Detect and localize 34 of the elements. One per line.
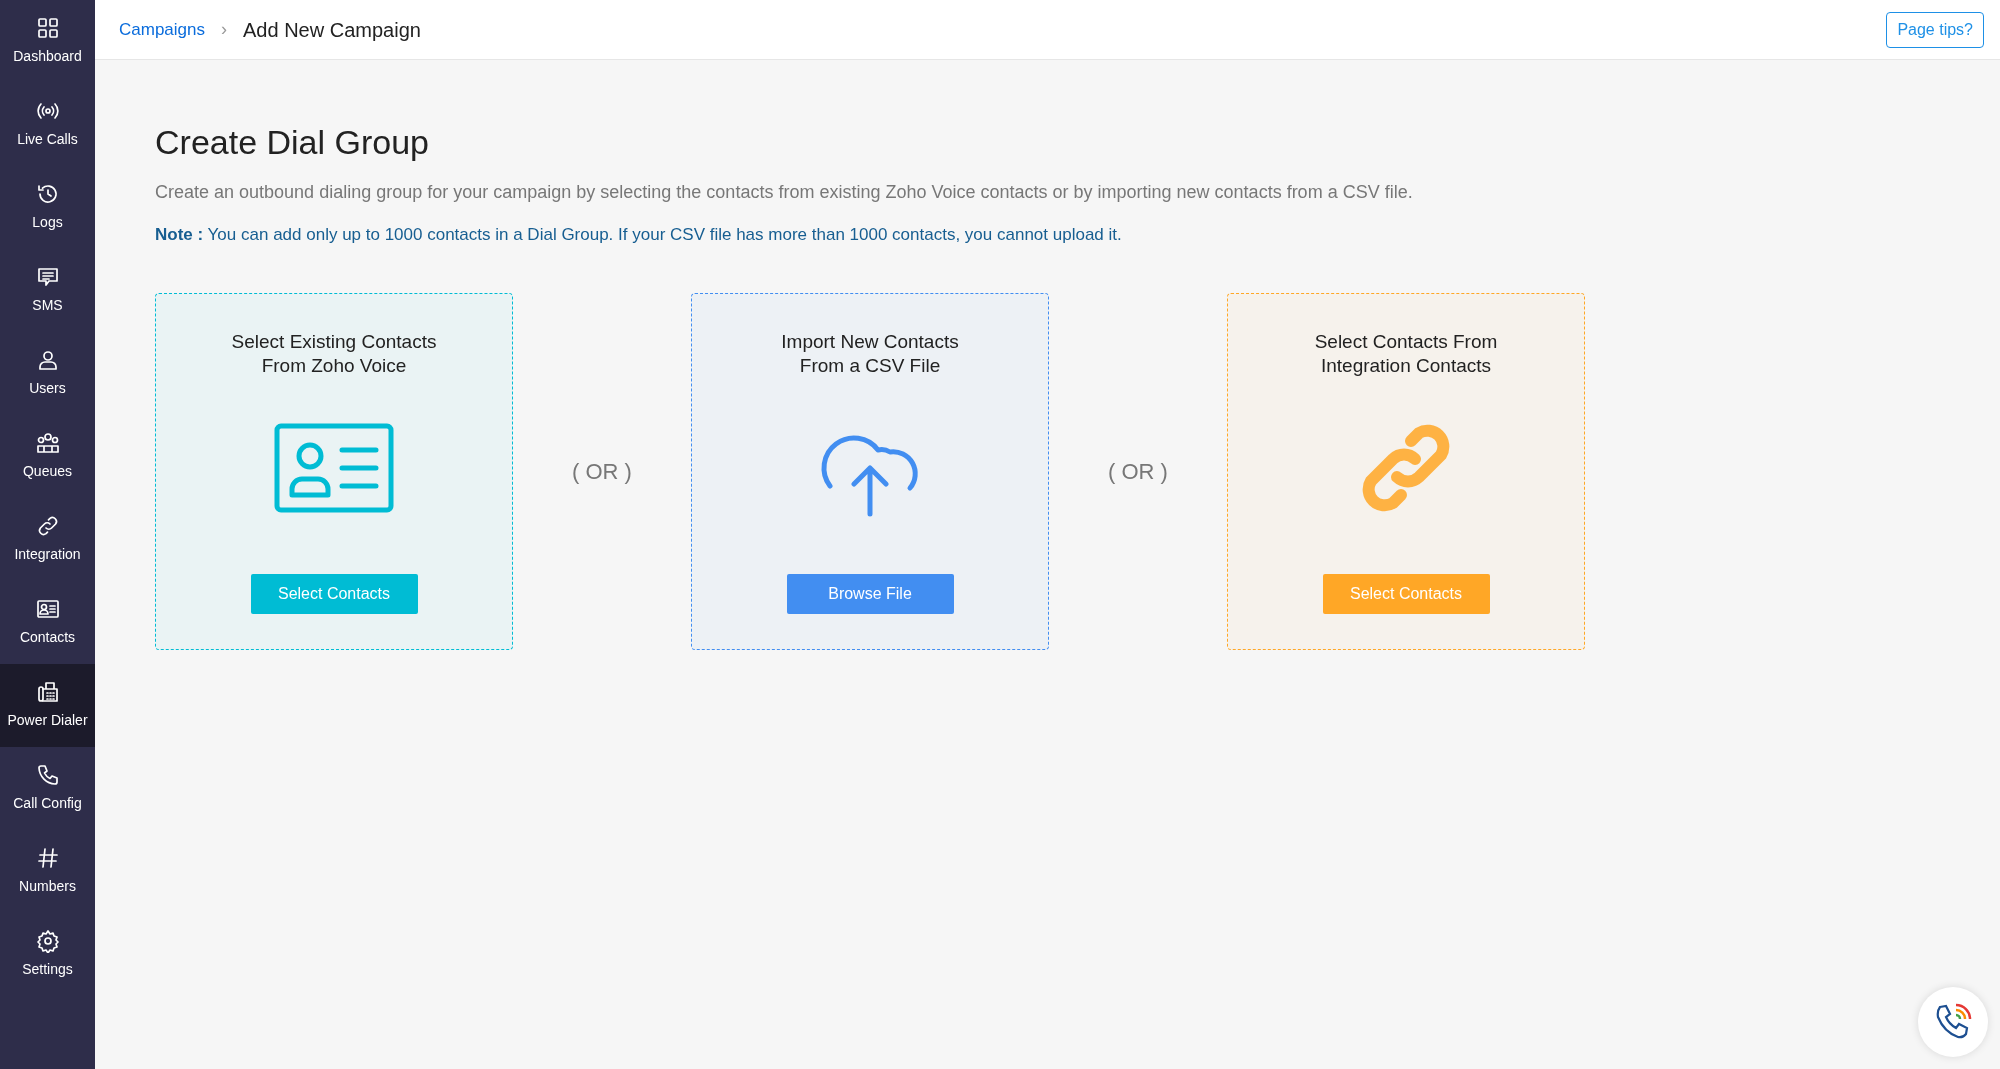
description-text: Create an outbound dialing group for your campaign by selecting the contacts from existing Zoho Voice contacts or by importing new contacts from a CSV file. [155, 180, 1414, 204]
option-title: Select Contacts From Integration Contacts [1314, 330, 1498, 379]
phone-icon [35, 763, 60, 787]
call-widget-button[interactable] [1918, 987, 1988, 1057]
breadcrumb-separator: › [221, 18, 227, 41]
breadcrumb-link[interactable]: Campaigns [119, 16, 205, 43]
sidebar-item[interactable]: Settings [0, 913, 95, 996]
sidebar-item[interactable]: SMS [0, 249, 95, 332]
or-separator: ( OR ) [571, 458, 633, 487]
contact-card-icon [35, 597, 60, 621]
sidebar-item[interactable]: Contacts [0, 581, 95, 664]
people-icon [35, 431, 60, 455]
contact-card-icon [274, 423, 394, 514]
option-title: Import New Contacts From a CSV File [781, 330, 959, 379]
sidebar-item[interactable]: Integration [0, 498, 95, 581]
fax-icon [35, 680, 60, 704]
section-heading: Create Dial Group [155, 122, 430, 163]
sidebar-item[interactable]: Queues [0, 415, 95, 498]
grid-icon [35, 16, 60, 40]
note-text: Note : You can add only up to 1000 contacts in a Dial Group. If your CSV file has more than 1000 contacts, you cannot upload it. [155, 223, 1123, 246]
sidebar-item[interactable]: Users [0, 332, 95, 415]
sidebar-item[interactable]: Power Dialer [0, 664, 95, 747]
option-title: Select Existing Contacts From Zoho Voice [231, 330, 437, 379]
sidebar-item[interactable]: Call Config [0, 747, 95, 830]
sidebar-item[interactable]: Dashboard [0, 0, 95, 83]
history-icon [35, 182, 60, 206]
settings-icon [35, 929, 60, 953]
sidebar-item[interactable]: Logs [0, 166, 95, 249]
or-separator: ( OR ) [1107, 458, 1169, 487]
message-icon [35, 265, 60, 289]
sidebar-item[interactable]: Live Calls [0, 83, 95, 166]
page-title: Add New Campaign [243, 17, 421, 43]
hash-icon [35, 846, 60, 870]
sidebar-item[interactable]: Numbers [0, 830, 95, 913]
